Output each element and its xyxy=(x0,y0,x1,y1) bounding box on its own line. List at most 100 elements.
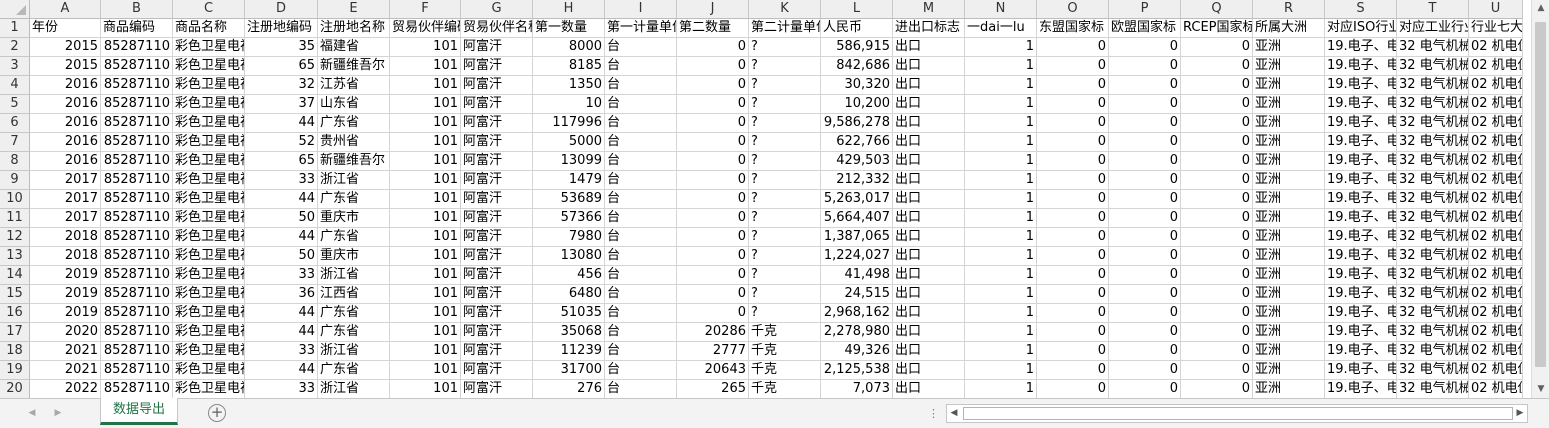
table-cell[interactable]: 0 xyxy=(1037,342,1109,361)
table-cell[interactable]: 0 xyxy=(1037,380,1109,398)
table-cell[interactable]: 2018 xyxy=(30,247,101,266)
table-cell[interactable]: 出口 xyxy=(893,266,965,285)
table-cell[interactable]: 2,968,162 xyxy=(821,304,893,323)
table-cell[interactable]: 亚洲 xyxy=(1253,38,1325,57)
table-cell[interactable]: 32 电气机械 xyxy=(1397,247,1469,266)
table-cell[interactable]: 彩色卫星电视 xyxy=(173,285,245,304)
table-cell[interactable]: 亚洲 xyxy=(1253,114,1325,133)
table-cell[interactable]: 32 电气机械 xyxy=(1397,266,1469,285)
table-cell[interactable]: 117996 xyxy=(533,114,605,133)
table-cell[interactable]: 36 xyxy=(245,285,318,304)
table-cell[interactable]: 33 xyxy=(245,171,318,190)
row-header[interactable]: 1 xyxy=(0,19,30,38)
table-cell[interactable]: 阿富汗 xyxy=(461,114,533,133)
table-cell[interactable]: 出口 xyxy=(893,76,965,95)
table-cell[interactable]: 101 xyxy=(390,133,461,152)
table-cell[interactable]: 广东省 xyxy=(318,304,390,323)
table-cell[interactable]: 彩色卫星电视 xyxy=(173,247,245,266)
table-cell[interactable]: 出口 xyxy=(893,342,965,361)
table-cell[interactable]: 0 xyxy=(1109,114,1181,133)
table-cell[interactable]: 32 电气机械 xyxy=(1397,95,1469,114)
table-cell[interactable]: 出口 xyxy=(893,247,965,266)
table-cell[interactable]: 31700 xyxy=(533,361,605,380)
table-cell[interactable]: 0 xyxy=(1037,209,1109,228)
table-cell[interactable]: 85287110 xyxy=(101,304,173,323)
table-cell[interactable]: 1 xyxy=(965,190,1037,209)
table-cell[interactable]: 65 xyxy=(245,57,318,76)
row-header[interactable]: 10 xyxy=(0,190,30,209)
scroll-up-icon[interactable]: ▲ xyxy=(1532,0,1549,17)
field-header-cell[interactable]: 对应工业行业 xyxy=(1397,19,1469,38)
table-cell[interactable]: 44 xyxy=(245,323,318,342)
field-header-cell[interactable]: 东盟国家标 xyxy=(1037,19,1109,38)
table-cell[interactable]: 57366 xyxy=(533,209,605,228)
row-header[interactable]: 18 xyxy=(0,342,30,361)
table-cell[interactable]: 亚洲 xyxy=(1253,304,1325,323)
row-header[interactable]: 5 xyxy=(0,95,30,114)
table-cell[interactable]: 19.电子、电 xyxy=(1325,38,1397,57)
table-cell[interactable]: 0 xyxy=(1109,38,1181,57)
table-cell[interactable]: 0 xyxy=(677,133,749,152)
table-cell[interactable]: 85287110 xyxy=(101,247,173,266)
table-cell[interactable]: 2017 xyxy=(30,171,101,190)
table-cell[interactable]: 台 xyxy=(605,361,677,380)
table-cell[interactable]: 亚洲 xyxy=(1253,342,1325,361)
table-cell[interactable]: ? xyxy=(749,209,821,228)
table-cell[interactable]: 85287110 xyxy=(101,266,173,285)
table-cell[interactable]: 台 xyxy=(605,209,677,228)
table-cell[interactable]: 阿富汗 xyxy=(461,57,533,76)
table-cell[interactable]: 出口 xyxy=(893,38,965,57)
table-cell[interactable]: 台 xyxy=(605,266,677,285)
table-cell[interactable]: 44 xyxy=(245,228,318,247)
field-header-cell[interactable]: 对应ISO行业 xyxy=(1325,19,1397,38)
table-cell[interactable]: 0 xyxy=(1109,95,1181,114)
table-cell[interactable]: 0 xyxy=(1109,228,1181,247)
table-cell[interactable]: 彩色卫星电视 xyxy=(173,266,245,285)
table-cell[interactable]: 32 电气机械 xyxy=(1397,304,1469,323)
table-cell[interactable]: 19.电子、电 xyxy=(1325,57,1397,76)
table-cell[interactable]: 台 xyxy=(605,171,677,190)
table-cell[interactable]: 0 xyxy=(677,209,749,228)
table-cell[interactable]: 24,515 xyxy=(821,285,893,304)
table-cell[interactable]: 13080 xyxy=(533,247,605,266)
table-cell[interactable]: 101 xyxy=(390,152,461,171)
table-cell[interactable]: 1 xyxy=(965,57,1037,76)
table-cell[interactable]: ? xyxy=(749,114,821,133)
column-header[interactable]: E xyxy=(318,0,390,19)
table-cell[interactable]: 101 xyxy=(390,361,461,380)
table-cell[interactable]: 亚洲 xyxy=(1253,190,1325,209)
table-cell[interactable]: 9,586,278 xyxy=(821,114,893,133)
table-cell[interactable]: 亚洲 xyxy=(1253,95,1325,114)
table-cell[interactable]: 彩色卫星电视 xyxy=(173,76,245,95)
column-header[interactable]: Q xyxy=(1181,0,1253,19)
table-cell[interactable]: 出口 xyxy=(893,152,965,171)
table-cell[interactable]: 0 xyxy=(1181,114,1253,133)
table-cell[interactable]: 亚洲 xyxy=(1253,76,1325,95)
table-cell[interactable]: 新疆维吾尔 xyxy=(318,57,390,76)
table-cell[interactable]: 2019 xyxy=(30,304,101,323)
table-cell[interactable]: 亚洲 xyxy=(1253,380,1325,398)
table-cell[interactable]: 台 xyxy=(605,304,677,323)
table-cell[interactable]: 2015 xyxy=(30,38,101,57)
table-cell[interactable]: 千克 xyxy=(749,361,821,380)
table-cell[interactable]: 亚洲 xyxy=(1253,171,1325,190)
table-cell[interactable]: 0 xyxy=(1109,285,1181,304)
table-cell[interactable]: 101 xyxy=(390,209,461,228)
table-cell[interactable]: 彩色卫星电视 xyxy=(173,190,245,209)
table-cell[interactable]: 重庆市 xyxy=(318,209,390,228)
table-cell[interactable]: 出口 xyxy=(893,95,965,114)
table-cell[interactable]: 02 机电仪 xyxy=(1469,57,1523,76)
table-cell[interactable]: 台 xyxy=(605,38,677,57)
table-cell[interactable]: 52 xyxy=(245,133,318,152)
table-cell[interactable]: 37 xyxy=(245,95,318,114)
table-cell[interactable]: 阿富汗 xyxy=(461,285,533,304)
table-cell[interactable]: 0 xyxy=(1181,228,1253,247)
table-cell[interactable]: ? xyxy=(749,38,821,57)
table-cell[interactable]: 02 机电仪 xyxy=(1469,95,1523,114)
table-cell[interactable]: 广东省 xyxy=(318,361,390,380)
table-cell[interactable]: 212,332 xyxy=(821,171,893,190)
table-cell[interactable]: 2022 xyxy=(30,380,101,398)
table-cell[interactable]: ? xyxy=(749,266,821,285)
table-cell[interactable]: 32 电气机械 xyxy=(1397,228,1469,247)
table-cell[interactable]: 出口 xyxy=(893,114,965,133)
